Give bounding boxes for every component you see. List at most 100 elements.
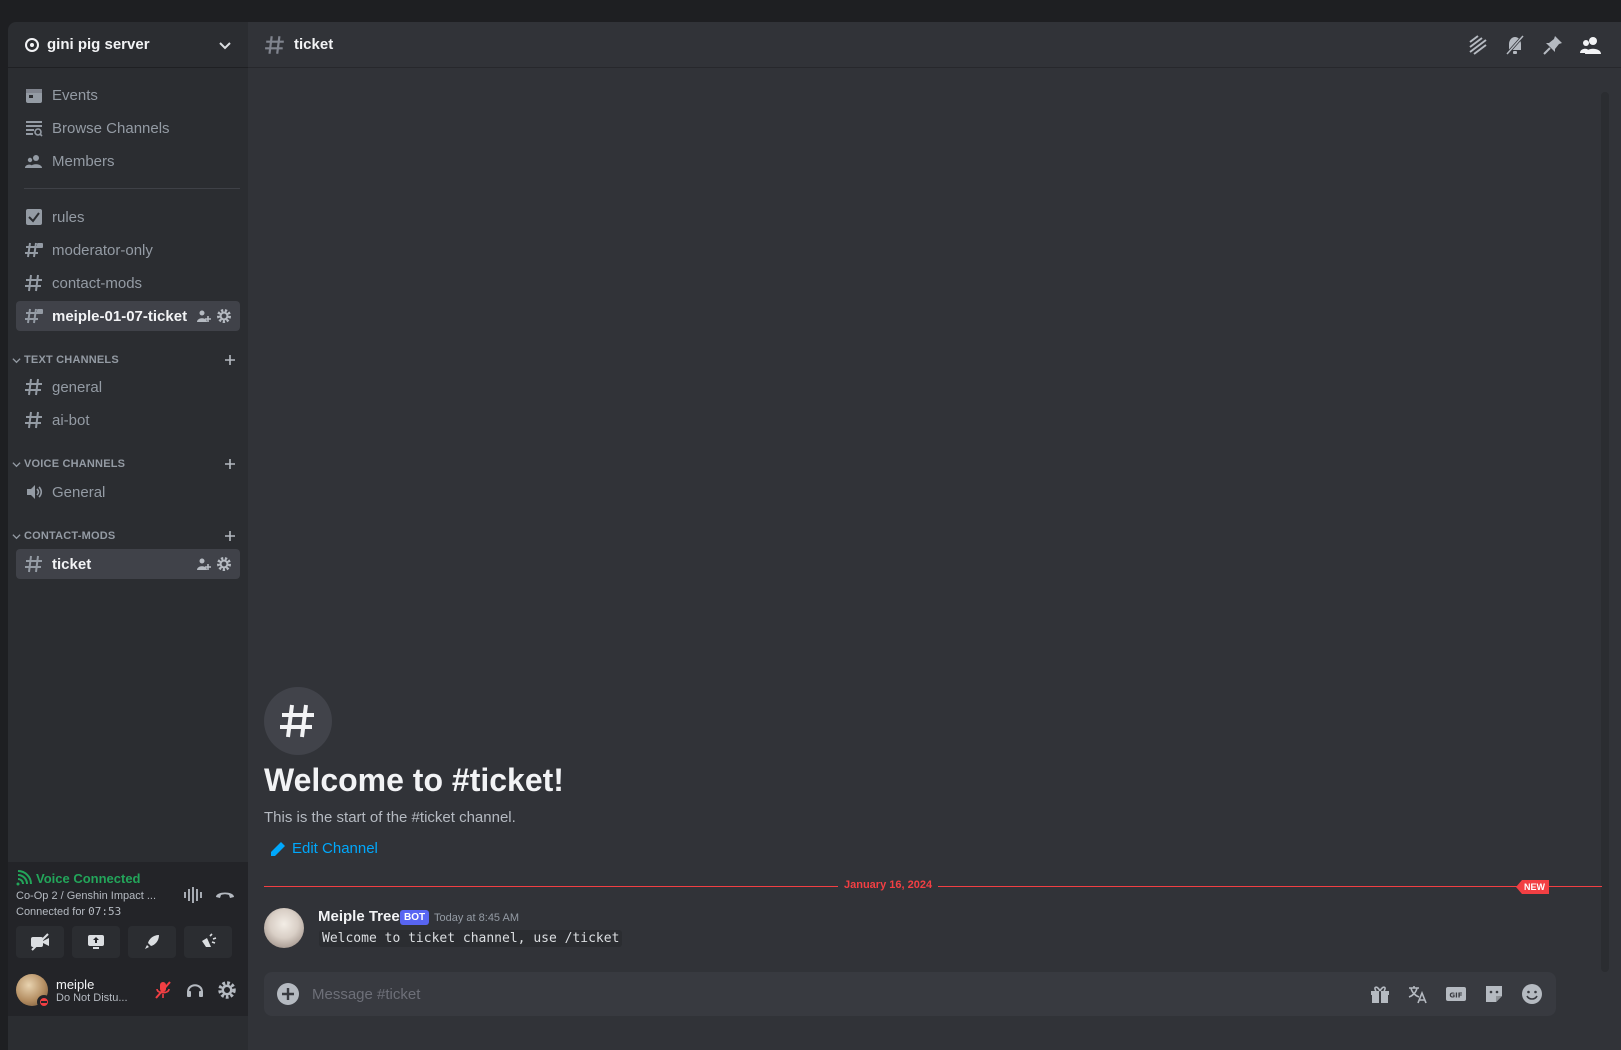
threads-icon[interactable] [1465,33,1489,57]
edit-channel-label: Edit Channel [292,840,378,857]
date-divider-label: January 16, 2024 [838,879,939,891]
window-titlebar [0,0,1621,22]
nav-members[interactable]: Members [16,146,240,176]
channel-settings-gear-icon[interactable] [216,556,232,572]
mic-muted-icon[interactable] [150,977,176,1003]
channel-moderator-only-label: moderator-only [52,241,153,259]
message-composer: GIF [264,972,1556,1016]
user-panel: meiple Do Not Distu... [8,964,248,1016]
sidebar-divider [24,188,240,189]
channel-ai-bot-label: ai-bot [52,411,90,429]
user-name: meiple [56,976,95,992]
category-voice-channels[interactable]: VOICE CHANNELS [8,454,240,474]
create-channel-plus-icon[interactable] [222,456,238,472]
gift-icon[interactable] [1368,982,1392,1006]
channel-general-label: general [52,378,103,396]
message-author[interactable]: Meiple Tree [318,908,400,925]
hash-icon [24,273,44,293]
locked-hash-icon [24,240,44,260]
create-channel-plus-icon[interactable] [222,352,238,368]
voice-location[interactable]: Co-Op 2 / Genshin Impact ... [16,890,166,902]
server-header[interactable]: gini pig server [8,22,248,68]
channel-rules[interactable]: rules [16,202,240,232]
nav-members-label: Members [52,152,115,170]
channel-ticket[interactable]: ticket [16,549,240,579]
nav-browse-channels[interactable]: Browse Channels [16,113,240,143]
rules-checkbox-icon [24,207,44,227]
invite-member-icon[interactable] [196,556,212,572]
server-name: gini pig server [47,36,150,53]
speaker-icon [24,482,44,502]
voice-status-label: Voice Connected [36,870,141,886]
chevron-down-icon [12,459,22,469]
scrollbar-track[interactable] [1601,92,1609,972]
noise-suppression-icon[interactable] [182,884,204,906]
channel-contact-mods[interactable]: contact-mods [16,268,240,298]
nav-browse-label: Browse Channels [52,119,170,137]
nav-events[interactable]: Events [16,80,240,110]
disconnect-icon[interactable] [214,884,236,906]
channel-meiple-ticket-label: meiple-01-07-ticket [52,307,188,325]
voice-channel-general[interactable]: General [16,477,240,507]
headphones-icon[interactable] [182,977,208,1003]
welcome-title: Welcome to #ticket! [264,762,564,798]
soundboard-button[interactable] [184,926,232,958]
members-icon [24,151,44,171]
user-info[interactable]: meiple Do Not Distu... [56,977,150,1004]
member-list-icon[interactable] [1579,33,1603,57]
notifications-muted-icon[interactable] [1503,33,1527,57]
channel-hash-icon [264,687,332,755]
message-input[interactable] [312,985,1368,1003]
message-content: Welcome to ticket channel, use /ticket [319,930,623,947]
svg-text:GIF: GIF [1449,992,1462,1000]
channel-moderator-only[interactable]: moderator-only [16,235,240,265]
message-timestamp: Today at 8:45 AM [434,912,519,924]
hash-icon [264,34,286,56]
channel-rules-label: rules [52,208,85,226]
channel-general[interactable]: general [16,372,240,402]
translate-icon[interactable] [1406,982,1430,1006]
sticker-icon[interactable] [1482,982,1506,1006]
create-channel-plus-icon[interactable] [222,528,238,544]
pinned-messages-icon[interactable] [1541,33,1565,57]
channel-meiple-ticket[interactable]: meiple-01-07-ticket [16,301,240,331]
category-text-channels[interactable]: TEXT CHANNELS [8,350,240,370]
user-settings-gear-icon[interactable] [214,977,240,1003]
channel-sidebar: gini pig server Events Browse Channels M… [8,22,248,1050]
edit-channel-link[interactable]: Edit Channel [270,840,378,857]
voice-general-label: General [52,483,106,501]
camera-off-button[interactable] [16,926,64,958]
channel-ticket-label: ticket [52,555,92,573]
locked-hash-icon [24,306,44,326]
channel-contact-mods-label: contact-mods [52,274,143,292]
welcome-subtitle: This is the start of the #ticket channel… [264,809,516,826]
category-voice-label: VOICE CHANNELS [24,458,126,470]
screen-share-button[interactable] [72,926,120,958]
activities-rocket-button[interactable] [128,926,176,958]
invite-member-icon[interactable] [196,308,212,324]
chevron-down-icon [218,38,232,52]
user-avatar[interactable] [16,974,51,1009]
message-item: Meiple Tree BOT Today at 8:45 AM Welcome… [264,906,1594,950]
dnd-status-indicator [37,995,51,1009]
chevron-down-icon [12,531,22,541]
channel-settings-gear-icon[interactable] [216,308,232,324]
hash-icon [24,410,44,430]
upload-plus-icon[interactable] [276,982,300,1006]
nav-events-label: Events [52,86,98,104]
user-status: Do Not Distu... [56,991,128,1004]
message-avatar[interactable] [264,908,304,948]
channel-header: ticket [248,22,1621,68]
category-contact-mods[interactable]: CONTACT-MODS [8,526,240,546]
server-guide-icon [24,37,40,53]
voice-connected-timer: 07:53 [88,905,122,918]
emoji-icon[interactable] [1520,982,1544,1006]
bot-tag: BOT [400,910,430,925]
pencil-icon [270,841,286,857]
calendar-icon [24,85,44,105]
gif-icon[interactable]: GIF [1444,982,1468,1006]
voice-status[interactable]: Voice Connected [16,870,141,886]
new-badge: NEW [1516,880,1549,894]
hash-icon [24,554,44,574]
channel-ai-bot[interactable]: ai-bot [16,405,240,435]
